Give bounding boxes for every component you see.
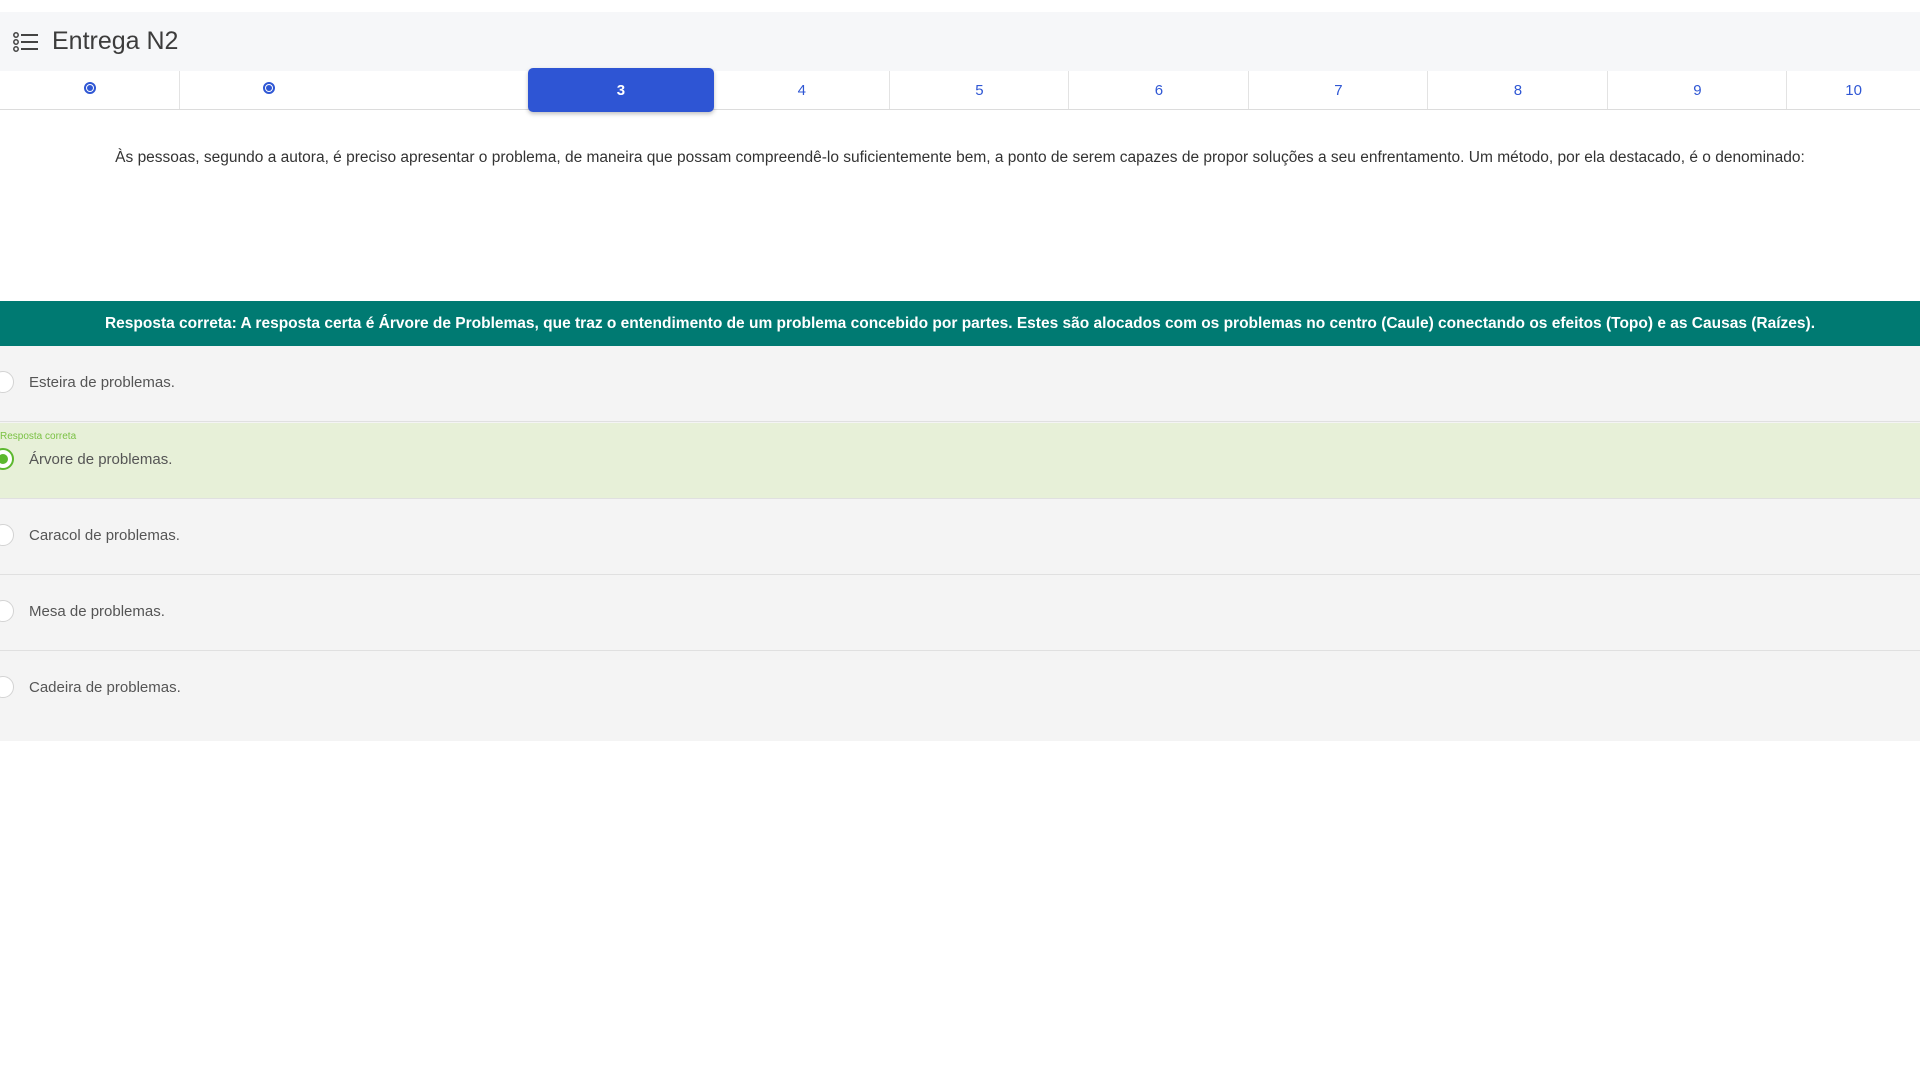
- answer-option-correct[interactable]: Resposta correta Árvore de problemas.: [0, 423, 1920, 499]
- answer-option-label: Cadeira de problemas.: [29, 679, 181, 696]
- question-tab-6[interactable]: 6: [1069, 71, 1249, 109]
- answered-icon: [263, 82, 276, 94]
- question-tab-1[interactable]: [0, 71, 180, 109]
- answer-option-label: Árvore de problemas.: [29, 451, 173, 468]
- answer-option[interactable]: Caracol de problemas.: [0, 499, 1920, 575]
- correct-answer-banner: Resposta correta: A resposta certa é Árv…: [0, 301, 1920, 346]
- page-header: Entrega N2: [0, 12, 1920, 71]
- question-tab-3[interactable]: 3: [528, 68, 714, 112]
- question-tab-4[interactable]: 4: [714, 71, 890, 109]
- answer-option[interactable]: Esteira de problemas.: [0, 346, 1920, 422]
- question-tab-2[interactable]: [180, 71, 360, 109]
- radio-button[interactable]: [0, 524, 14, 546]
- answer-option-label: Mesa de problemas.: [29, 603, 165, 620]
- question-tab-10[interactable]: 10: [1787, 71, 1920, 109]
- question-text: Às pessoas, segundo a autora, é preciso …: [115, 149, 1805, 166]
- question-tab-9[interactable]: 9: [1608, 71, 1788, 109]
- answered-icon: [83, 82, 96, 94]
- list-menu-icon[interactable]: [12, 31, 40, 53]
- answer-options: Esteira de problemas. Resposta correta Á…: [0, 346, 1920, 741]
- answer-option[interactable]: Mesa de problemas.: [0, 575, 1920, 651]
- radio-button[interactable]: [0, 371, 14, 393]
- correct-answer-tag: Resposta correta: [0, 431, 77, 442]
- radio-button[interactable]: [0, 600, 14, 622]
- radio-button-selected[interactable]: [0, 448, 14, 470]
- question-tab-8[interactable]: 8: [1428, 71, 1608, 109]
- answer-option-label: Esteira de problemas.: [29, 374, 175, 391]
- answer-option[interactable]: Cadeira de problemas.: [0, 651, 1920, 727]
- page-title: Entrega N2: [52, 27, 179, 55]
- radio-button[interactable]: [0, 676, 14, 698]
- question-tab-7[interactable]: 7: [1249, 71, 1429, 109]
- question-tab-5[interactable]: 5: [890, 71, 1070, 109]
- answer-option-label: Caracol de problemas.: [29, 527, 180, 544]
- question-navigation: 3 4 5 6 7 8 9 10: [0, 68, 1920, 112]
